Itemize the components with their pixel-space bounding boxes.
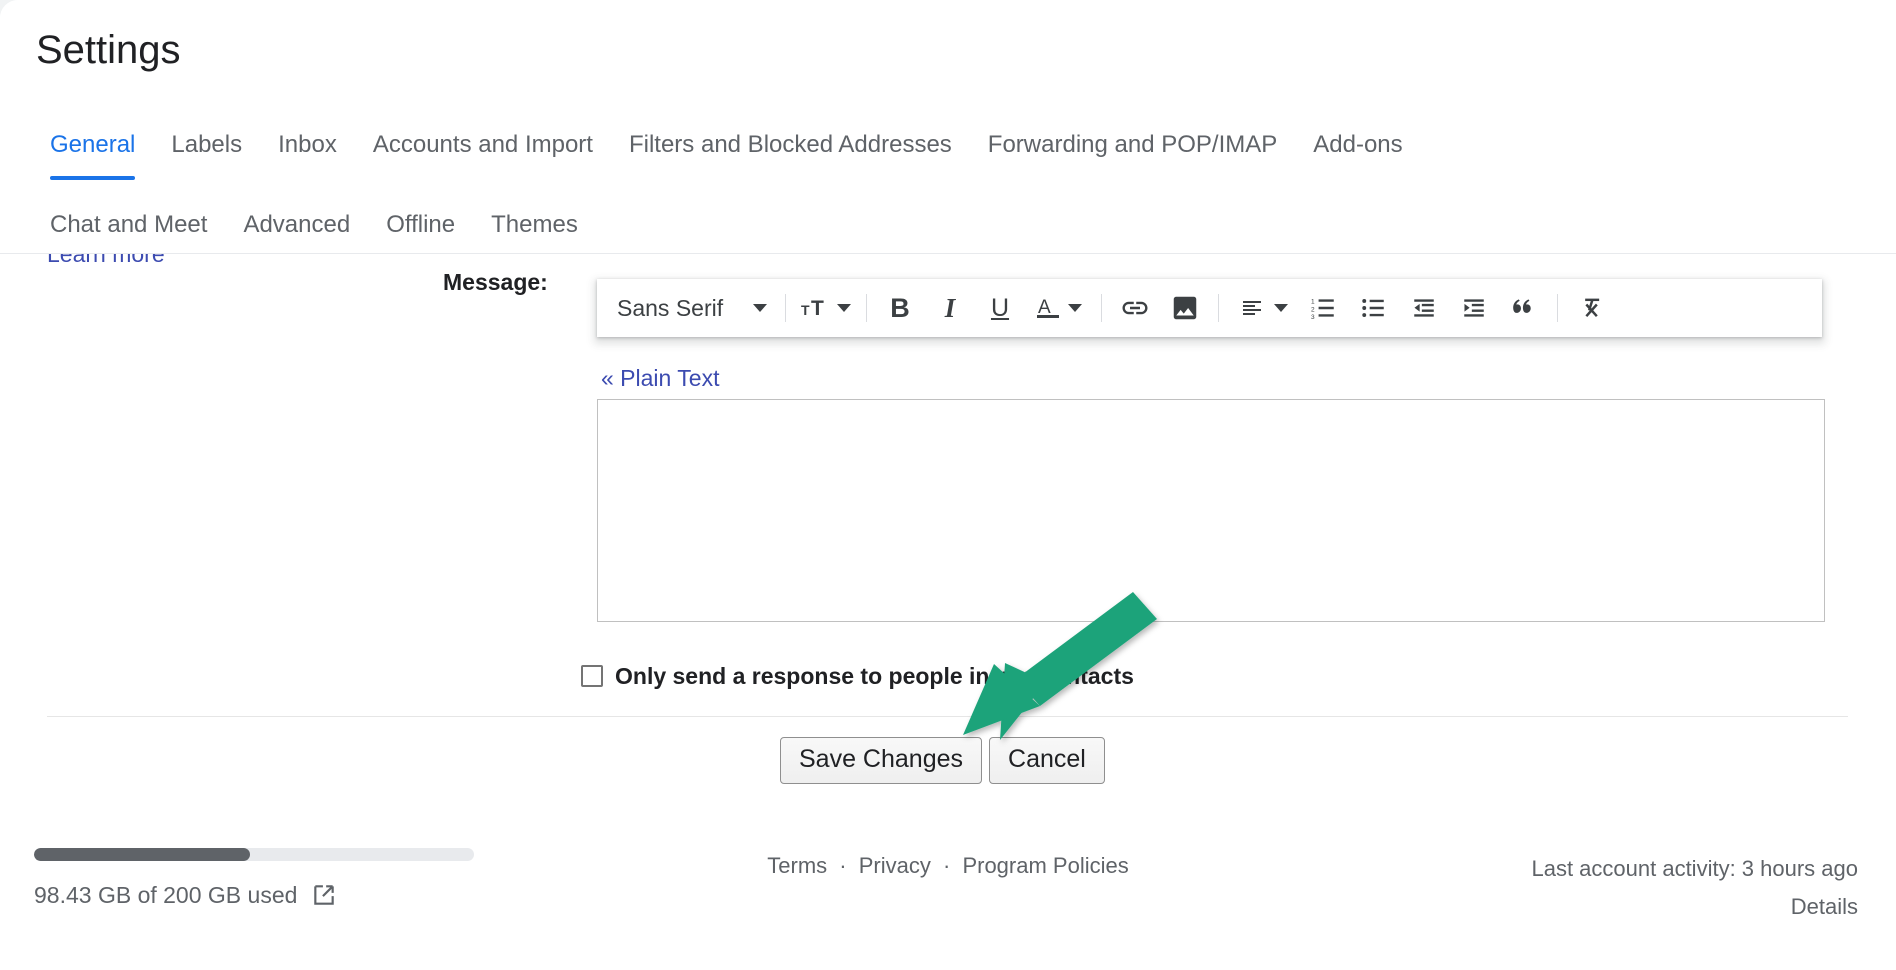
settings-footer: 98.43 GB of 200 GB used Terms · Privacy … [0,820,1896,970]
toolbar-divider [785,294,786,322]
account-activity-block: Last account activity: 3 hours ago Detai… [1531,850,1858,926]
toolbar-divider [1218,294,1219,322]
save-changes-button[interactable]: Save Changes [780,737,983,784]
numbered-list-button[interactable]: 1 2 3 [1299,286,1349,330]
tab-labels[interactable]: Labels [153,130,260,160]
text-color-icon: A [1037,297,1059,318]
underline-button[interactable]: U [975,286,1025,330]
toolbar-divider [1557,294,1558,322]
font-size-button[interactable]: T T [794,286,858,330]
tab-filters-and-blocked-addresses[interactable]: Filters and Blocked Addresses [611,130,970,160]
indent-less-button[interactable] [1399,286,1449,330]
external-link-icon[interactable] [311,882,337,908]
bulleted-list-button[interactable] [1349,286,1399,330]
font-family-dropdown[interactable]: Sans Serif [603,286,777,330]
svg-text:T: T [801,302,810,318]
contacts-only-label: Only send a response to people in my Con… [615,663,1134,689]
svg-text:T: T [811,297,824,319]
chevron-down-icon [837,304,851,312]
tab-themes[interactable]: Themes [473,210,596,240]
remove-formatting-icon [1585,298,1600,317]
font-size-icon: T T [801,297,824,319]
activity-details-link[interactable]: Details [1531,888,1858,926]
rich-text-toolbar: Sans Serif T T B I U A 1 2 3 [597,279,1822,337]
footer-link-separator: · [942,853,951,878]
program-policies-link[interactable]: Program Policies [962,853,1128,878]
vacation-message-textarea[interactable] [597,399,1825,622]
tab-accounts-and-import[interactable]: Accounts and Import [355,130,611,160]
storage-usage-row: 98.43 GB of 200 GB used [34,881,484,909]
toolbar-divider [1101,294,1102,322]
tab-row-secondary: Chat and Meet Advanced Offline Themes [32,210,596,240]
insert-link-button[interactable] [1110,286,1160,330]
cancel-button[interactable]: Cancel [989,737,1105,784]
bulleted-list-icon [1362,299,1384,317]
last-account-activity-text: Last account activity: 3 hours ago [1531,856,1858,881]
svg-text:2: 2 [1311,306,1315,313]
italic-icon: I [944,292,956,323]
contacts-only-row[interactable]: Only send a response to people in my Con… [581,662,1134,690]
svg-text:3: 3 [1311,314,1315,321]
svg-text:1: 1 [1311,299,1315,306]
text-color-button[interactable]: A [1025,286,1093,330]
message-field-label: Message: [443,269,548,295]
indent-increase-icon [1464,299,1484,317]
remove-formatting-button[interactable] [1566,286,1616,330]
settings-header: Settings [0,0,1896,104]
terms-link[interactable]: Terms [767,853,827,878]
italic-button[interactable]: I [925,286,975,330]
align-left-icon [1243,301,1261,315]
align-button[interactable] [1227,286,1299,330]
settings-window: Learn more Message: Sans Serif T T B I U… [0,0,1896,970]
toolbar-divider [866,294,867,322]
image-icon [1173,296,1197,320]
bold-icon: B [890,292,910,323]
storage-usage-text: 98.43 GB of 200 GB used [34,882,298,908]
tab-offline[interactable]: Offline [368,210,473,240]
indent-decrease-icon [1414,299,1434,317]
numbered-list-icon: 1 2 3 [1311,299,1334,321]
tab-forwarding-and-pop-imap[interactable]: Forwarding and POP/IMAP [970,130,1295,160]
chevron-down-icon [753,304,767,312]
underline-icon: U [990,293,1010,322]
form-actions: Save Changes Cancel [780,737,1105,784]
quote-icon [1513,299,1531,313]
quote-button[interactable] [1499,286,1549,330]
font-family-value: Sans Serif [617,294,724,321]
tab-advanced[interactable]: Advanced [225,210,368,240]
contacts-only-checkbox[interactable] [581,665,603,687]
insert-image-button[interactable] [1160,286,1210,330]
plain-text-link[interactable]: « Plain Text [601,364,719,392]
tab-inbox[interactable]: Inbox [260,130,355,160]
chevron-down-icon [1274,304,1288,312]
tab-row-primary: General Labels Inbox Accounts and Import… [32,130,1421,180]
footer-link-separator: · [839,853,847,878]
link-icon [1122,301,1148,315]
chevron-down-icon [1068,304,1082,312]
bold-button[interactable]: B [875,286,925,330]
svg-text:A: A [1038,297,1051,318]
page-title: Settings [36,28,181,72]
tab-general[interactable]: General [32,130,153,180]
settings-tabbar: General Labels Inbox Accounts and Import… [0,104,1896,254]
tab-add-ons[interactable]: Add-ons [1295,130,1420,160]
section-divider [47,716,1848,717]
tab-chat-and-meet[interactable]: Chat and Meet [32,210,225,240]
indent-more-button[interactable] [1449,286,1499,330]
privacy-link[interactable]: Privacy [859,853,931,878]
